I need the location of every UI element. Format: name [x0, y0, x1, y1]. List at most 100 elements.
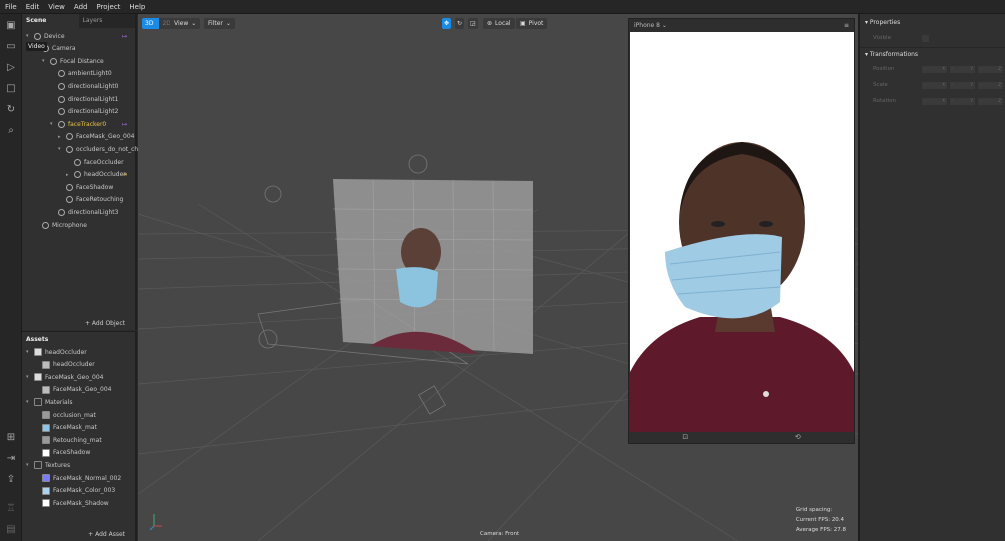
expand-arrow-icon[interactable]: ▾ [26, 462, 31, 468]
scene-item[interactable]: directionalLight1 [50, 93, 118, 105]
tab-layers[interactable]: Layers [78, 14, 135, 28]
field-value: - [980, 66, 982, 71]
rotate-tool-button[interactable]: ↻ [455, 18, 465, 29]
add-folder-icon[interactable]: ⊞ [5, 432, 17, 444]
directional-light-icon [58, 108, 65, 116]
menu-icon[interactable]: ≡ [844, 22, 849, 29]
scene-item[interactable]: Microphone [34, 219, 87, 231]
screenshot-icon[interactable]: ⊡ [682, 433, 688, 441]
scene-item[interactable]: faceOccluder [66, 156, 124, 168]
item-label: FaceShadow [53, 449, 91, 457]
test-icon[interactable]: ♖ [5, 503, 17, 515]
assets-item[interactable]: occlusion_mat [34, 409, 96, 421]
search-icon[interactable]: ⌕ [5, 125, 17, 137]
field-value: - [924, 98, 926, 103]
rotation-y-input[interactable]: -Y [950, 98, 975, 105]
position-x-input[interactable]: -X [922, 66, 947, 73]
scale-x-input[interactable]: -X [922, 82, 947, 89]
face-mesh-icon [66, 183, 73, 191]
expand-arrow-icon[interactable]: ▾ [26, 33, 31, 39]
menu-edit[interactable]: Edit [26, 3, 40, 11]
visible-checkbox[interactable] [922, 35, 929, 42]
face-mesh-icon [74, 158, 81, 166]
item-label: FaceMask_Geo_004 [53, 386, 112, 394]
scene-item[interactable]: FaceShadow [58, 181, 113, 193]
scale-z-input[interactable]: -Z [978, 82, 1003, 89]
field-value: - [924, 66, 926, 71]
filter-dropdown[interactable]: Filter ⌄ [204, 18, 235, 29]
tooltip: Video [26, 42, 47, 51]
move-icon: ✥ [444, 20, 450, 27]
assets-item[interactable]: ▾ Textures [26, 459, 70, 471]
assets-item[interactable]: ▾ headOccluder [26, 346, 87, 358]
import-icon[interactable]: ⇥ [5, 453, 17, 465]
library-icon[interactable]: ▤ [5, 524, 17, 536]
expand-arrow-icon[interactable]: ▾ [26, 374, 31, 380]
rotation-x-input[interactable]: -X [922, 98, 947, 105]
expand-arrow-icon[interactable]: ▸ [66, 172, 71, 178]
scene-item[interactable]: ▸ FaceMask_Geo_004 [58, 131, 135, 143]
menu-help[interactable]: Help [129, 3, 145, 11]
position-z-input[interactable]: -Z [978, 66, 1003, 73]
assets-item[interactable]: FaceMask_Color_003 [34, 485, 115, 497]
field-value: - [980, 98, 982, 103]
refresh-icon[interactable]: ↻ [5, 104, 17, 116]
scene-item[interactable]: ▸ headOccluder ⇥ [66, 169, 127, 181]
rotation-z-input[interactable]: -Z [978, 98, 1003, 105]
assets-item[interactable]: ▾ FaceMask_Geo_004 [26, 371, 104, 383]
scene-item[interactable]: ▾ Device ↦ [26, 30, 127, 42]
assets-item[interactable]: FaceMask_mat [34, 422, 97, 434]
assets-item[interactable]: FaceShadow [34, 447, 90, 459]
upload-icon[interactable]: ⇪ [5, 474, 17, 486]
field-value: - [924, 82, 926, 87]
expand-arrow-icon[interactable]: ▾ [26, 399, 31, 405]
menu-add[interactable]: Add [74, 3, 88, 11]
view-dropdown[interactable]: View ⌄ [170, 18, 201, 29]
rotate-device-icon[interactable]: ⟲ [795, 433, 801, 441]
scene-item[interactable]: directionalLight3 [50, 206, 118, 218]
position-y-input[interactable]: -Y [950, 66, 975, 73]
device-dropdown[interactable]: iPhone 8 ⌄ [634, 22, 667, 29]
assets-item[interactable]: Retouching_mat [34, 434, 102, 446]
transform-label: Rotation [873, 98, 897, 104]
simulator: iPhone 8 ⌄ ≡ ⊡ ⟲ [628, 18, 855, 444]
menu-project[interactable]: Project [96, 3, 120, 11]
scene-item[interactable]: ▾ occluders_do_not_cha... [58, 143, 148, 155]
expand-arrow-icon[interactable]: ▾ [26, 349, 31, 355]
assets-item[interactable]: ▾ Materials [26, 396, 73, 408]
local-button[interactable]: ⊛ Local [483, 18, 515, 29]
scene-item[interactable]: ▾ faceTracker0 ↦ [50, 118, 127, 130]
add-asset-button[interactable]: + Add Asset [88, 531, 125, 538]
assets-item[interactable]: headOccluder [34, 359, 95, 371]
mode-3d-button[interactable]: 3D [142, 20, 156, 27]
assets-item[interactable]: FaceMask_Shadow [34, 497, 109, 509]
transform-label: Position [873, 66, 895, 72]
item-label: directionalLight2 [68, 108, 119, 116]
properties-header[interactable]: ▾ Properties [865, 19, 900, 26]
scale-y-input[interactable]: -Y [950, 82, 975, 89]
expand-arrow-icon[interactable]: ▾ [58, 146, 63, 152]
assets-item[interactable]: FaceMask_Geo_004 [34, 384, 112, 396]
play-icon[interactable]: ▷ [5, 62, 17, 74]
assets-item[interactable]: FaceMask_Normal_002 [34, 472, 121, 484]
tab-scene[interactable]: Scene [22, 14, 79, 28]
pivot-icon: ▣ [520, 20, 526, 27]
expand-arrow-icon[interactable]: ▾ [50, 121, 55, 127]
transformations-header[interactable]: ▾ Transformations [865, 51, 918, 58]
add-object-button[interactable]: + Add Object [85, 320, 125, 327]
scene-item[interactable]: directionalLight2 [50, 106, 118, 118]
video-icon[interactable]: ▭ [5, 41, 17, 53]
menu-file[interactable]: File [5, 3, 17, 11]
scene-item[interactable]: ambientLight0 [50, 68, 112, 80]
scene-item[interactable]: directionalLight0 [50, 80, 118, 92]
expand-arrow-icon[interactable]: ▾ [42, 58, 47, 64]
scene-item[interactable]: ▾ Focal Distance [42, 55, 104, 67]
pivot-button[interactable]: ▣ Pivot [516, 18, 548, 29]
menu-view[interactable]: View [48, 3, 65, 11]
stop-icon[interactable]: □ [5, 83, 17, 95]
move-tool-button[interactable]: ✥ [442, 18, 452, 29]
scale-tool-button[interactable]: ◲ [468, 18, 478, 29]
layout-icon[interactable]: ▣ [5, 20, 17, 32]
expand-arrow-icon[interactable]: ▸ [58, 134, 63, 140]
scene-item[interactable]: FaceRetouching [58, 194, 123, 206]
